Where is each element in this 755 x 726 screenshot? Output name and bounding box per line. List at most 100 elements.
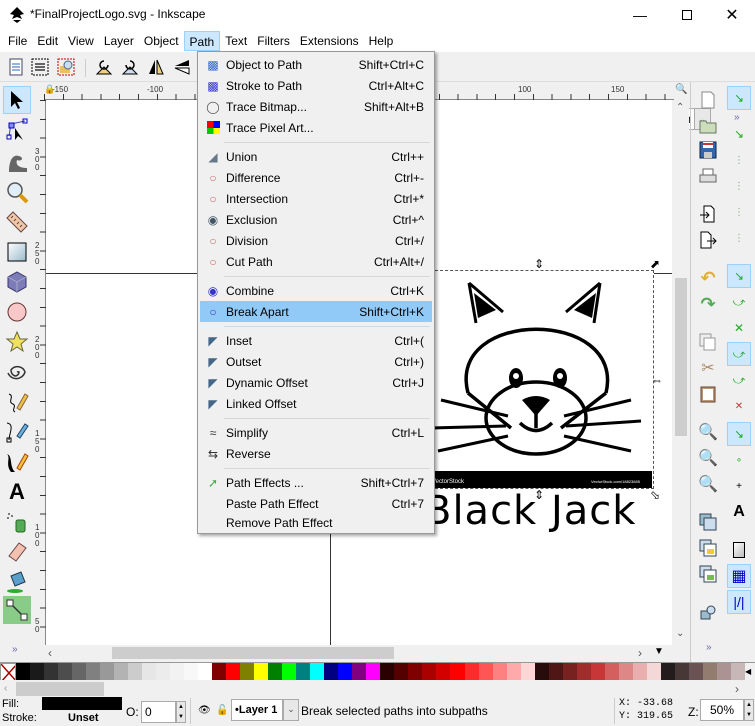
layer-select[interactable]: •Layer 1 <box>231 699 283 721</box>
color-swatch[interactable] <box>436 663 451 681</box>
rectangle-tool[interactable] <box>3 238 31 266</box>
color-swatch[interactable] <box>352 663 367 681</box>
color-swatch[interactable] <box>114 663 129 681</box>
color-swatch[interactable] <box>156 663 171 681</box>
scroll-left-arrow[interactable]: ‹ <box>48 646 52 660</box>
scale-handle-right[interactable]: ⇔ <box>651 373 663 387</box>
export-button[interactable] <box>696 228 720 252</box>
undo-button[interactable]: ↶ <box>696 266 720 290</box>
color-swatch[interactable] <box>450 663 465 681</box>
fill-indicator[interactable] <box>42 697 122 710</box>
snap-smooth-nodes[interactable]: ⤻ <box>727 368 751 392</box>
snap-bbox-centers[interactable]: ⋮ <box>727 226 751 250</box>
color-swatch[interactable] <box>660 663 675 681</box>
palette-menu-arrow[interactable]: ◀ <box>745 663 755 680</box>
snap-bbox-corners[interactable]: ⋮ <box>727 174 751 198</box>
save-button[interactable] <box>696 138 720 162</box>
horizontal-scrollbar[interactable]: ‹ › ▼ <box>44 645 672 661</box>
node-tool[interactable] <box>3 116 31 144</box>
color-swatch[interactable] <box>464 663 479 681</box>
flip-vertical-icon[interactable] <box>172 57 192 77</box>
snap-intersections[interactable]: ✕ <box>727 316 751 340</box>
scroll-right-arrow[interactable]: › <box>638 646 642 660</box>
menu-item-linked-offset[interactable]: ◤ Linked Offset <box>200 393 432 414</box>
color-swatch[interactable] <box>478 663 493 681</box>
layer-visibility-icon[interactable]: 👁 <box>198 705 211 716</box>
select-same-icon[interactable] <box>56 57 76 77</box>
color-swatch[interactable] <box>674 663 689 681</box>
color-swatch[interactable] <box>702 663 717 681</box>
color-swatch[interactable] <box>338 663 353 681</box>
menu-view[interactable]: View <box>63 31 99 51</box>
palette-scroll-right[interactable]: › <box>735 682 739 696</box>
text-tool[interactable]: A <box>3 478 31 506</box>
opacity-field[interactable]: 0 <box>141 701 176 723</box>
rotate-ccw-icon[interactable] <box>94 57 114 77</box>
spiral-tool[interactable] <box>3 358 31 386</box>
color-swatch[interactable] <box>282 663 297 681</box>
menu-item-intersection[interactable]: ○ Intersection Ctrl+* <box>200 188 432 209</box>
menu-help[interactable]: Help <box>364 31 399 51</box>
zoom-page-button[interactable]: 🔍 <box>696 472 720 496</box>
color-swatch[interactable] <box>408 663 423 681</box>
rotate-cw-icon[interactable] <box>120 57 140 77</box>
color-swatch[interactable] <box>86 663 101 681</box>
snap-paths[interactable]: ⤻ <box>727 290 751 314</box>
menu-item-inset[interactable]: ◤ Inset Ctrl+( <box>200 330 432 351</box>
redo-button[interactable]: ↷ <box>696 292 720 316</box>
color-swatch[interactable] <box>576 663 591 681</box>
color-swatch[interactable] <box>730 663 745 681</box>
no-paint-swatch[interactable] <box>0 663 16 681</box>
color-swatch[interactable] <box>254 663 269 681</box>
maximize-button[interactable] <box>664 0 710 30</box>
menu-item-outset[interactable]: ◤ Outset Ctrl+) <box>200 351 432 372</box>
menu-item-division[interactable]: ○ Division Ctrl+/ <box>200 230 432 251</box>
menu-text[interactable]: Text <box>220 31 252 51</box>
color-swatch[interactable] <box>506 663 521 681</box>
menu-file[interactable]: File <box>3 31 32 51</box>
menu-item-reverse[interactable]: ⇆ Reverse <box>200 443 432 464</box>
zoom-tool[interactable] <box>3 178 31 206</box>
color-management-icon[interactable]: ▼ <box>654 646 664 657</box>
color-swatch[interactable] <box>268 663 283 681</box>
menu-item-dynamic-offset[interactable]: ◤ Dynamic Offset Ctrl+J <box>200 372 432 393</box>
cut-button[interactable]: ✂ <box>696 356 720 380</box>
color-swatch[interactable] <box>380 663 395 681</box>
duplicate-button[interactable] <box>696 510 720 534</box>
layer-lock-icon[interactable]: 🔓 <box>216 705 228 716</box>
color-swatch[interactable] <box>198 663 213 681</box>
calligraphy-tool[interactable] <box>3 448 31 476</box>
color-swatch[interactable] <box>562 663 577 681</box>
palette-scroll-left[interactable]: ‹ <box>4 683 7 694</box>
scale-handle-top[interactable]: ⇕ <box>534 257 544 271</box>
color-swatch[interactable] <box>646 663 661 681</box>
color-swatch[interactable] <box>72 663 87 681</box>
menu-item-cut-path[interactable]: ○ Cut Path Ctrl+Alt+/ <box>200 251 432 272</box>
scale-handle-bottom-right[interactable]: ⬂ <box>650 488 660 502</box>
color-swatch[interactable] <box>170 663 185 681</box>
color-swatch[interactable] <box>716 663 731 681</box>
eraser-tool[interactable] <box>3 538 31 566</box>
color-swatch[interactable] <box>128 663 143 681</box>
menu-item-stroke-to-path[interactable]: ▩ Stroke to Path Ctrl+Alt+C <box>200 75 432 96</box>
print-button[interactable] <box>696 164 720 188</box>
snap-text-baseline[interactable]: A <box>727 500 751 524</box>
zoom-field[interactable]: 50% <box>700 699 744 721</box>
snap-rotation-centers[interactable]: + <box>727 474 751 498</box>
import-button[interactable] <box>696 202 720 226</box>
color-swatch[interactable] <box>548 663 563 681</box>
logo-text[interactable]: Black Jack <box>424 488 636 534</box>
measure-tool[interactable] <box>3 208 31 236</box>
color-swatch[interactable] <box>184 663 199 681</box>
document-properties-icon[interactable] <box>6 57 26 77</box>
pen-tool[interactable] <box>3 418 31 446</box>
color-swatch[interactable] <box>30 663 45 681</box>
commands-overflow-button[interactable]: » <box>706 642 712 653</box>
color-swatch[interactable] <box>520 663 535 681</box>
toolbox-overflow-button[interactable]: » <box>12 644 18 655</box>
color-swatch[interactable] <box>590 663 605 681</box>
selector-tool[interactable] <box>3 86 31 114</box>
paint-bucket-tool[interactable] <box>3 568 31 596</box>
menu-item-exclusion[interactable]: ◉ Exclusion Ctrl+^ <box>200 209 432 230</box>
color-swatch[interactable] <box>604 663 619 681</box>
